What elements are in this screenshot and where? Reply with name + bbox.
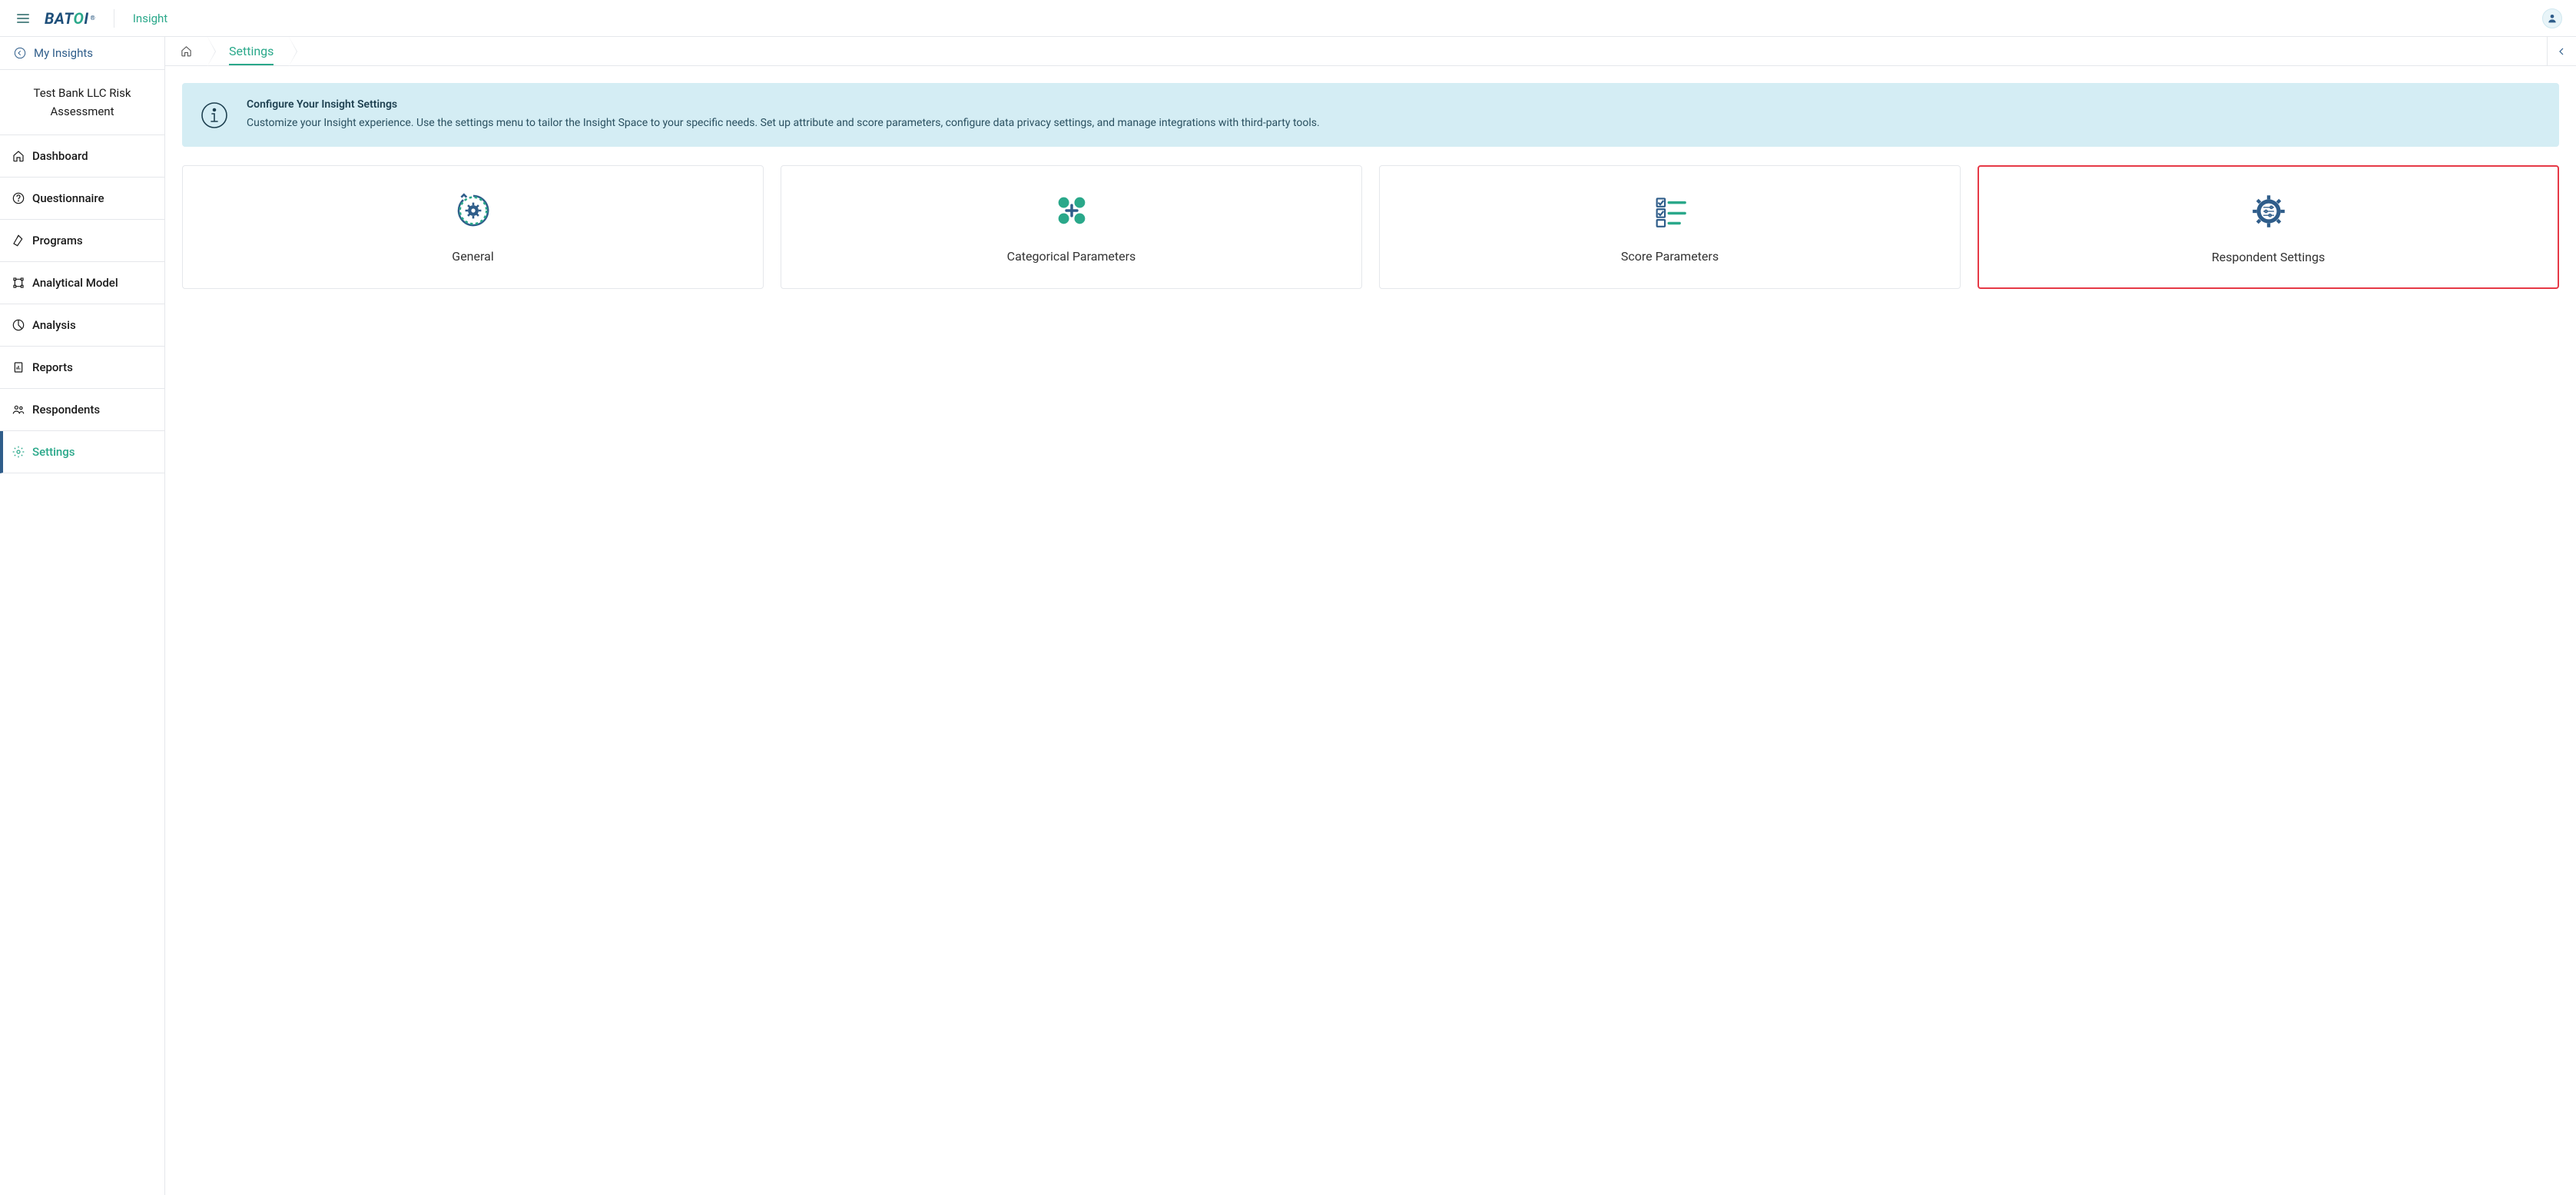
sidebar-item-programs[interactable]: Programs xyxy=(0,220,164,262)
general-icon xyxy=(198,189,748,232)
home-icon xyxy=(181,45,192,57)
sidebar-item-dashboard[interactable]: Dashboard xyxy=(0,135,164,178)
project-name: Test Bank LLC Risk Assessment xyxy=(0,70,164,135)
nav-label: Respondents xyxy=(32,403,100,417)
gear-icon xyxy=(12,446,25,458)
sidebar-item-reports[interactable]: Reports xyxy=(0,347,164,389)
breadcrumb-settings[interactable]: Settings xyxy=(207,37,289,65)
logo-registered: ® xyxy=(91,15,95,22)
users-icon xyxy=(12,403,25,416)
nav-label: Settings xyxy=(32,445,75,459)
respondent-settings-icon xyxy=(1994,190,2542,233)
pie-icon xyxy=(12,319,25,331)
header-left-group: BATOI® Insight xyxy=(14,9,167,28)
score-icon xyxy=(1395,189,1944,232)
card-general[interactable]: General xyxy=(182,165,764,289)
nav-label: Analysis xyxy=(32,318,76,332)
avatar[interactable] xyxy=(2542,8,2562,28)
settings-cards: General Categorical Parameters xyxy=(182,165,2559,289)
card-respondent-settings[interactable]: Respondent Settings xyxy=(1978,165,2559,289)
card-categorical-parameters[interactable]: Categorical Parameters xyxy=(781,165,1362,289)
banner-title: Configure Your Insight Settings xyxy=(247,98,1320,111)
nav-label: Programs xyxy=(32,234,83,247)
back-arrow-icon xyxy=(14,47,26,59)
banner-description: Customize your Insight experience. Use t… xyxy=(247,115,1320,131)
card-score-parameters[interactable]: Score Parameters xyxy=(1379,165,1961,289)
logo[interactable]: BATOI® xyxy=(45,9,95,28)
card-title: General xyxy=(198,249,748,264)
app-name[interactable]: Insight xyxy=(133,12,167,25)
chevron-left-icon xyxy=(2558,48,2566,55)
report-icon xyxy=(12,361,25,373)
nav-label: Questionnaire xyxy=(32,191,104,205)
nav-label: Analytical Model xyxy=(32,276,118,290)
pen-icon xyxy=(12,234,25,247)
logo-text: BATOI xyxy=(45,9,89,28)
breadcrumb-home[interactable] xyxy=(165,37,207,65)
back-label: My Insights xyxy=(34,46,93,60)
info-icon xyxy=(201,101,228,129)
back-to-insights[interactable]: My Insights xyxy=(0,37,164,70)
sidebar-item-questionnaire[interactable]: Questionnaire xyxy=(0,178,164,220)
hamburger-menu-icon[interactable] xyxy=(14,11,32,26)
sidebar-item-analysis[interactable]: Analysis xyxy=(0,304,164,347)
sidebar-item-respondents[interactable]: Respondents xyxy=(0,389,164,431)
card-title: Score Parameters xyxy=(1395,249,1944,264)
card-title: Categorical Parameters xyxy=(797,249,1346,264)
info-banner: Configure Your Insight Settings Customiz… xyxy=(182,83,2559,147)
collapse-toggle[interactable] xyxy=(2547,37,2576,65)
question-icon xyxy=(12,192,25,204)
nav-label: Dashboard xyxy=(32,149,88,163)
sidebar-item-analytical-model[interactable]: Analytical Model xyxy=(0,262,164,304)
sidebar-item-settings[interactable]: Settings xyxy=(0,431,164,473)
user-icon xyxy=(2546,12,2558,25)
categorical-icon xyxy=(797,189,1346,232)
top-header: BATOI® Insight xyxy=(0,0,2576,37)
breadcrumb-current-label: Settings xyxy=(229,44,274,65)
info-content: Configure Your Insight Settings Customiz… xyxy=(247,98,1320,131)
sidebar: My Insights Test Bank LLC Risk Assessmen… xyxy=(0,37,165,1195)
main-content: Settings Configure Your Insight Settings xyxy=(165,37,2576,1195)
breadcrumb: Settings xyxy=(165,37,2576,66)
card-title: Respondent Settings xyxy=(1994,250,2542,264)
home-icon xyxy=(12,150,25,162)
model-icon xyxy=(12,277,25,289)
nav-label: Reports xyxy=(32,360,73,374)
